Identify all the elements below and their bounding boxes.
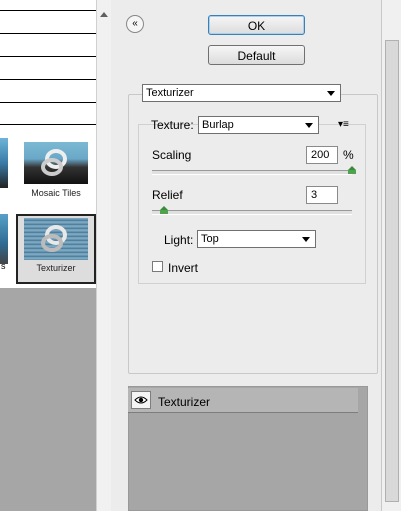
filter-thumbnail-texturizer[interactable]: Texturizer xyxy=(16,214,96,284)
texture-select[interactable]: Burlap xyxy=(198,116,319,134)
list-row-divider xyxy=(0,124,96,125)
scaling-label: Scaling xyxy=(152,148,192,162)
thumbnail-image xyxy=(24,142,88,184)
invert-label: Invert xyxy=(168,261,199,275)
thumbnail-caption: Mosaic Tiles xyxy=(31,188,81,198)
list-row-divider xyxy=(0,10,96,11)
thumbnail-caption-partial: s xyxy=(1,261,6,271)
collapse-gallery-button[interactable]: « xyxy=(126,15,144,33)
chevron-down-icon xyxy=(302,237,310,242)
chevron-down-icon xyxy=(327,91,335,96)
filter-select-value: Texturizer xyxy=(146,87,194,99)
filter-thumbnail-mosaic-tiles[interactable]: Mosaic Tiles xyxy=(16,138,96,208)
light-select-value: Top xyxy=(201,233,219,245)
scaling-slider-track[interactable] xyxy=(152,170,352,175)
scaling-unit: % xyxy=(343,148,354,162)
relief-slider-track[interactable] xyxy=(152,210,352,215)
light-label: Light: xyxy=(164,233,194,247)
filter-thumbnail-partial[interactable] xyxy=(0,214,8,264)
effect-layer-name: Texturizer xyxy=(158,395,211,409)
scroll-up-icon[interactable] xyxy=(100,12,108,17)
ok-button[interactable]: OK xyxy=(208,15,305,35)
list-row-divider xyxy=(0,33,96,34)
gallery-scrollbar[interactable] xyxy=(96,0,111,511)
chevron-down-icon xyxy=(305,123,313,128)
thumbnail-caption: Texturizer xyxy=(36,263,76,273)
knot-image-icon xyxy=(41,149,67,176)
filter-thumbnail-partial[interactable] xyxy=(0,138,8,188)
window-scrollbar[interactable] xyxy=(381,0,401,511)
list-row-divider xyxy=(0,79,96,80)
light-select[interactable]: Top xyxy=(197,230,316,248)
list-row-divider xyxy=(0,56,96,57)
default-button[interactable]: Default xyxy=(208,45,305,65)
scrollbar-thumb[interactable] xyxy=(385,40,399,502)
texture-label: Texture: xyxy=(151,118,194,132)
filter-select[interactable]: Texturizer xyxy=(142,84,341,102)
panel-menu-icon[interactable]: ▾≡ xyxy=(338,119,354,130)
relief-slider-handle[interactable] xyxy=(160,206,168,214)
relief-label: Relief xyxy=(152,188,183,202)
list-row-divider xyxy=(0,102,96,103)
invert-checkbox[interactable] xyxy=(152,261,163,272)
texture-select-value: Burlap xyxy=(202,119,234,131)
relief-input[interactable]: 3 xyxy=(306,186,338,204)
filter-gallery-panel: s Mosaic Tiles Texturizer xyxy=(0,0,111,511)
thumbnail-image xyxy=(24,218,88,260)
knot-image-icon xyxy=(41,225,67,252)
scaling-input[interactable]: 200 xyxy=(306,146,338,164)
scaling-slider-handle[interactable] xyxy=(348,166,356,174)
filter-category-list xyxy=(0,0,96,128)
eye-icon[interactable] xyxy=(131,391,151,409)
